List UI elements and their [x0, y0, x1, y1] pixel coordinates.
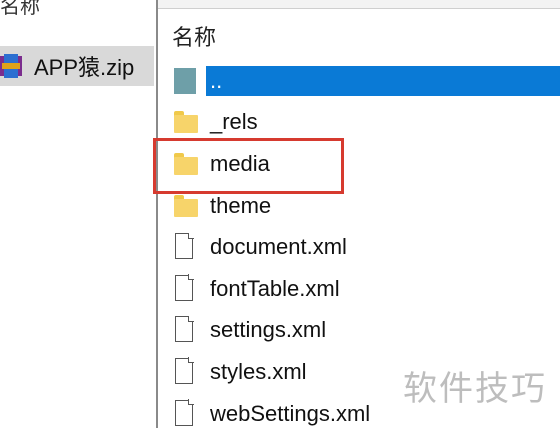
item-label: styles.xml: [210, 358, 307, 384]
list-item-rels[interactable]: _rels: [172, 102, 560, 144]
item-label: media: [210, 150, 270, 176]
watermark: 软件技巧: [390, 342, 560, 428]
list-item-media[interactable]: media: [172, 143, 560, 185]
list-item-document-xml[interactable]: document.xml: [172, 226, 560, 268]
item-label: document.xml: [210, 234, 347, 260]
file-row-app-zip[interactable]: APP猿.zip: [0, 46, 154, 86]
item-label: fontTable.xml: [210, 275, 340, 301]
selection-highlight: ..: [206, 65, 560, 96]
winrar-archive-icon: [0, 54, 26, 78]
folder-icon: [174, 194, 198, 217]
item-label: theme: [210, 192, 272, 218]
folder-icon: [174, 152, 198, 175]
file-icon: [175, 315, 194, 343]
file-icon: [175, 399, 194, 426]
file-icon: [175, 232, 194, 260]
column-header-name[interactable]: 名称: [172, 20, 216, 52]
list-item-fonttable-xml[interactable]: fontTable.xml: [172, 268, 560, 310]
item-label: webSettings.xml: [210, 400, 371, 426]
list-item-theme[interactable]: theme: [172, 185, 560, 227]
left-column-header-name[interactable]: 名称: [0, 0, 40, 19]
file-icon: [175, 357, 194, 384]
folder-icon: [174, 111, 198, 134]
file-icon: [175, 274, 194, 301]
list-item-parent[interactable]: ..: [172, 60, 560, 102]
left-explorer-pane: 名称 APP猿.zip: [0, 0, 156, 428]
item-label: settings.xml: [210, 317, 327, 343]
item-label: ..: [210, 67, 223, 93]
item-label: _rels: [210, 109, 258, 135]
file-name: APP猿.zip: [34, 55, 135, 80]
window-top-strip: [158, 0, 560, 9]
parent-folder-icon: [174, 67, 196, 94]
